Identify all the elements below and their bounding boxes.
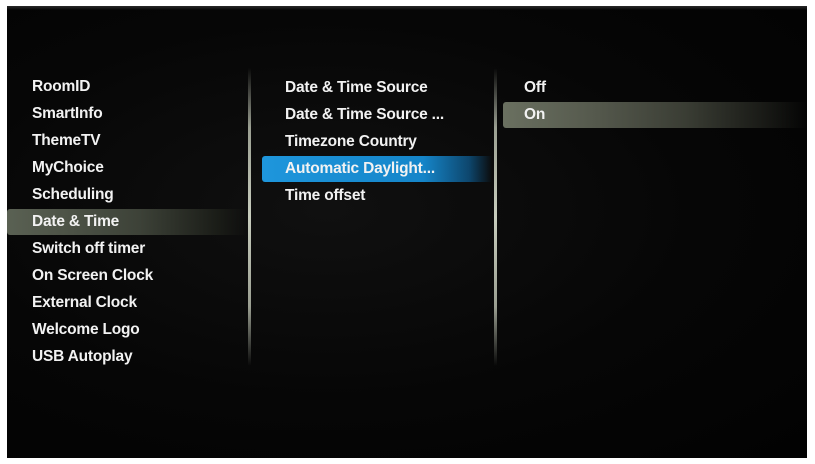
option-label: Off <box>524 79 546 96</box>
menu-item-smartinfo[interactable]: SmartInfo <box>7 101 247 127</box>
screen-bezel-edge <box>7 6 807 10</box>
menu-item-label: SmartInfo <box>32 105 103 122</box>
option-on[interactable]: On <box>503 102 807 128</box>
tv-screen: RoomID SmartInfo ThemeTV MyChoice Schedu… <box>7 6 807 458</box>
submenu-item-date-time-source[interactable]: Date & Time Source <box>262 75 492 101</box>
submenu-item-label: Timezone Country <box>285 133 417 150</box>
menu-item-on-screen-clock[interactable]: On Screen Clock <box>7 263 247 289</box>
menu-item-themetv[interactable]: ThemeTV <box>7 128 247 154</box>
column-divider <box>248 68 251 366</box>
menu-item-label: ThemeTV <box>32 132 101 149</box>
menu-item-label: Welcome Logo <box>32 321 140 338</box>
menu-item-switch-off-timer[interactable]: Switch off timer <box>7 236 247 262</box>
submenu-item-time-offset[interactable]: Time offset <box>262 183 492 209</box>
submenu-item-label: Time offset <box>285 187 366 204</box>
option-off[interactable]: Off <box>503 75 807 101</box>
menu-item-label: Date & Time <box>32 213 120 230</box>
menu-item-label: Switch off timer <box>32 240 146 257</box>
menu-item-label: USB Autoplay <box>32 348 133 365</box>
menu-item-label: Scheduling <box>32 186 114 203</box>
menu-item-welcome-logo[interactable]: Welcome Logo <box>7 317 247 343</box>
menu-item-scheduling[interactable]: Scheduling <box>7 182 247 208</box>
submenu-item-label: Date & Time Source <box>285 79 428 96</box>
menu-item-label: MyChoice <box>32 159 104 176</box>
submenu-item-date-time-source-2[interactable]: Date & Time Source ... <box>262 102 492 128</box>
option-label: On <box>524 106 546 123</box>
submenu-item-timezone-country[interactable]: Timezone Country <box>262 129 492 155</box>
menu-item-label: External Clock <box>32 294 137 311</box>
submenu-item-label: Date & Time Source ... <box>285 106 444 123</box>
menu-item-date-time[interactable]: Date & Time <box>7 209 247 235</box>
menu-item-label: On Screen Clock <box>32 267 154 284</box>
submenu-item-automatic-daylight[interactable]: Automatic Daylight... <box>262 156 492 182</box>
submenu-item-label: Automatic Daylight... <box>285 160 435 177</box>
column-divider <box>494 68 497 366</box>
menu-item-usb-autoplay[interactable]: USB Autoplay <box>7 344 247 370</box>
menu-item-label: RoomID <box>32 78 91 95</box>
menu-item-mychoice[interactable]: MyChoice <box>7 155 247 181</box>
menu-item-external-clock[interactable]: External Clock <box>7 290 247 316</box>
menu-item-roomid[interactable]: RoomID <box>7 74 247 100</box>
